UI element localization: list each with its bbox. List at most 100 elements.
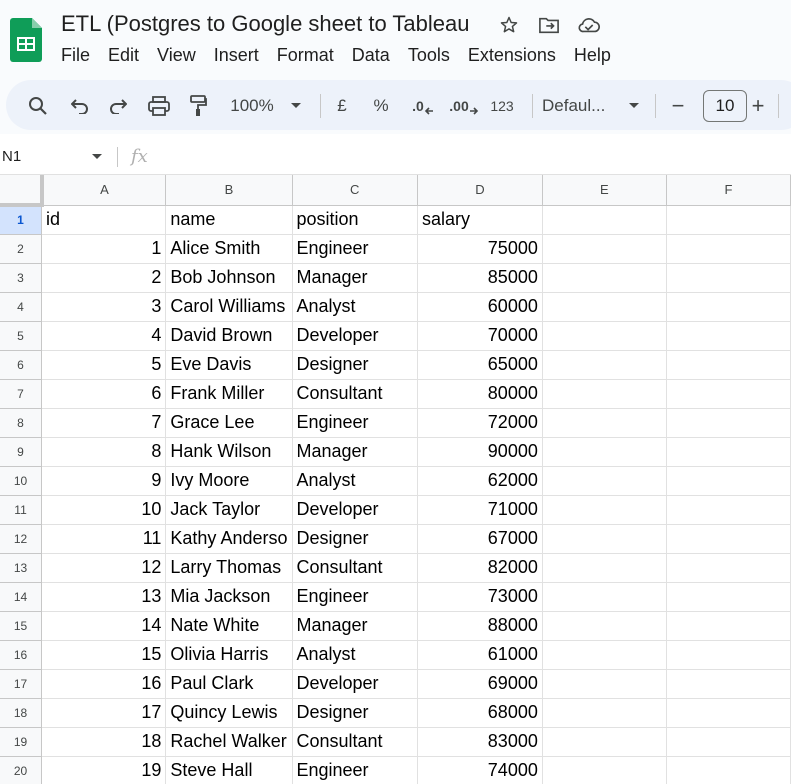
redo-icon[interactable]	[106, 93, 130, 119]
cell-position[interactable]: Engineer	[292, 234, 418, 264]
number-format-button[interactable]: 123	[486, 93, 518, 119]
cell-name[interactable]: Paul Clark	[165, 669, 293, 699]
column-header-b[interactable]: B	[165, 175, 293, 206]
cell-empty[interactable]	[542, 582, 667, 612]
menu-format[interactable]: Format	[268, 43, 343, 67]
cell-empty[interactable]	[666, 524, 791, 554]
cell-empty[interactable]	[542, 350, 667, 380]
cell-name[interactable]: Eve Davis	[165, 350, 293, 380]
cell-id[interactable]: 14	[41, 611, 167, 641]
cell-salary[interactable]: 69000	[417, 669, 543, 699]
cell-empty[interactable]	[666, 321, 791, 351]
cell-id[interactable]: 2	[41, 263, 167, 293]
cell-salary[interactable]: 80000	[417, 379, 543, 409]
cell-empty[interactable]	[542, 408, 667, 438]
cell-position[interactable]: Analyst	[292, 466, 418, 496]
cell-name[interactable]: Mia Jackson	[165, 582, 293, 612]
cell-empty[interactable]	[666, 727, 791, 757]
name-box-dropdown-icon[interactable]	[90, 149, 104, 163]
row-header[interactable]: 3	[0, 263, 43, 293]
cell-empty[interactable]	[542, 292, 667, 322]
row-header[interactable]: 14	[0, 582, 43, 612]
cell-empty[interactable]	[666, 466, 791, 496]
cell-name[interactable]: Kathy Anderso	[165, 524, 293, 554]
menu-insert[interactable]: Insert	[205, 43, 268, 67]
cell-salary[interactable]: 60000	[417, 292, 543, 322]
cell-empty[interactable]	[666, 553, 791, 583]
cell-empty[interactable]	[542, 669, 667, 699]
cell-name[interactable]: Bob Johnson	[165, 263, 293, 293]
search-menus-icon[interactable]	[26, 93, 50, 119]
cell-empty[interactable]	[666, 234, 791, 264]
column-header-d[interactable]: D	[417, 175, 543, 206]
cell-position[interactable]: Engineer	[292, 582, 418, 612]
row-header[interactable]: 8	[0, 408, 43, 438]
row-header[interactable]: 1	[0, 205, 43, 235]
cell-position[interactable]: Consultant	[292, 727, 418, 757]
cell-empty[interactable]	[666, 756, 791, 784]
cell-name[interactable]: Carol Williams	[165, 292, 293, 322]
cell-id[interactable]: 8	[41, 437, 167, 467]
menu-help[interactable]: Help	[565, 43, 620, 67]
cell-id[interactable]: 9	[41, 466, 167, 496]
row-header[interactable]: 5	[0, 321, 43, 351]
cell-name[interactable]: name	[165, 205, 293, 235]
cell-position[interactable]: Engineer	[292, 756, 418, 784]
cell-id[interactable]: 3	[41, 292, 167, 322]
row-header[interactable]: 2	[0, 234, 43, 264]
row-header[interactable]: 16	[0, 640, 43, 670]
row-header[interactable]: 13	[0, 553, 43, 583]
cell-name[interactable]: Alice Smith	[165, 234, 293, 264]
cell-salary[interactable]: 67000	[417, 524, 543, 554]
cell-position[interactable]: Consultant	[292, 553, 418, 583]
menu-view[interactable]: View	[148, 43, 205, 67]
cell-position[interactable]: Manager	[292, 437, 418, 467]
cell-position[interactable]: Developer	[292, 321, 418, 351]
cell-position[interactable]: Analyst	[292, 292, 418, 322]
row-header[interactable]: 15	[0, 611, 43, 641]
cell-empty[interactable]	[542, 495, 667, 525]
cell-id[interactable]: 12	[41, 553, 167, 583]
cell-empty[interactable]	[666, 495, 791, 525]
font-select[interactable]: Defaul...	[542, 93, 620, 119]
cell-name[interactable]: Grace Lee	[165, 408, 293, 438]
cell-position[interactable]: Manager	[292, 611, 418, 641]
cell-salary[interactable]: 62000	[417, 466, 543, 496]
cell-empty[interactable]	[666, 640, 791, 670]
menu-tools[interactable]: Tools	[399, 43, 459, 67]
cell-id[interactable]: 11	[41, 524, 167, 554]
currency-format-button[interactable]: £	[332, 93, 352, 119]
cell-empty[interactable]	[666, 350, 791, 380]
cell-id[interactable]: 10	[41, 495, 167, 525]
cell-empty[interactable]	[542, 437, 667, 467]
cell-name[interactable]: Rachel Walker	[165, 727, 293, 757]
cell-id[interactable]: 13	[41, 582, 167, 612]
cell-salary[interactable]: 73000	[417, 582, 543, 612]
menu-extensions[interactable]: Extensions	[459, 43, 565, 67]
cell-id[interactable]: 19	[41, 756, 167, 784]
cell-position[interactable]: Developer	[292, 669, 418, 699]
font-dropdown-icon[interactable]	[626, 93, 642, 119]
cell-id[interactable]: id	[41, 205, 167, 235]
decrease-decimal-button[interactable]: .0	[408, 93, 438, 119]
cell-id[interactable]: 1	[41, 234, 167, 264]
cell-salary[interactable]: 88000	[417, 611, 543, 641]
cell-salary[interactable]: 90000	[417, 437, 543, 467]
zoom-dropdown-icon[interactable]	[288, 93, 304, 119]
cell-empty[interactable]	[542, 727, 667, 757]
cell-empty[interactable]	[542, 321, 667, 351]
undo-icon[interactable]	[68, 93, 92, 119]
cell-id[interactable]: 16	[41, 669, 167, 699]
name-box[interactable]: N1	[2, 148, 21, 165]
menu-data[interactable]: Data	[343, 43, 399, 67]
cell-position[interactable]: Designer	[292, 350, 418, 380]
cell-position[interactable]: Designer	[292, 524, 418, 554]
cell-name[interactable]: David Brown	[165, 321, 293, 351]
cell-name[interactable]: Jack Taylor	[165, 495, 293, 525]
cell-id[interactable]: 15	[41, 640, 167, 670]
cell-salary[interactable]: 74000	[417, 756, 543, 784]
select-all-corner[interactable]	[0, 175, 44, 207]
increase-font-size-button[interactable]: +	[748, 93, 768, 119]
cell-name[interactable]: Nate White	[165, 611, 293, 641]
cell-id[interactable]: 5	[41, 350, 167, 380]
